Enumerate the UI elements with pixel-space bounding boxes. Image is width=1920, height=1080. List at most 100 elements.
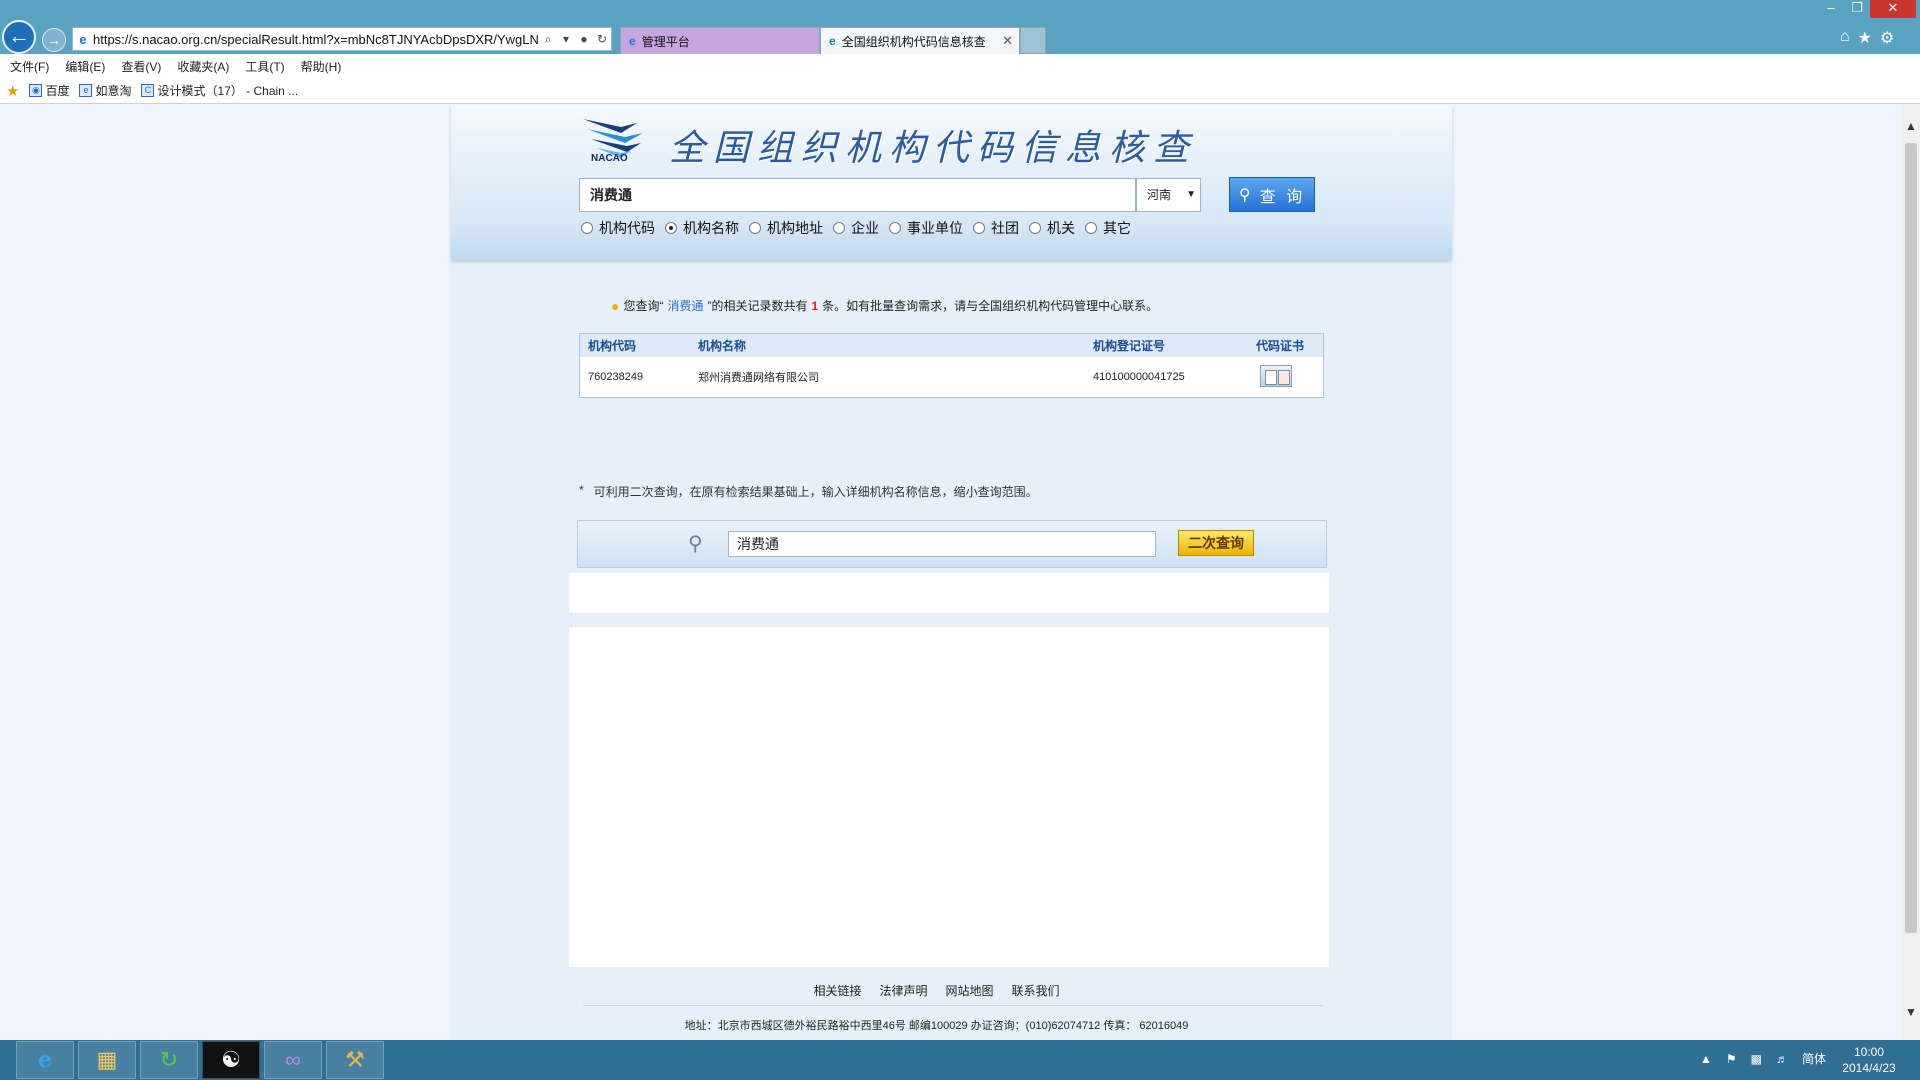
browser-toolbar-icons: ⌂ ★ ⚙ — [1840, 28, 1894, 48]
secondary-search-input[interactable]: 消费通 — [728, 531, 1156, 557]
footer-link-contact[interactable]: 联系我们 — [1012, 982, 1060, 999]
taskbar-tools-icon[interactable]: ⚒ — [326, 1041, 384, 1079]
scroll-up-arrow-icon[interactable]: ▲ — [1902, 119, 1920, 133]
close-tab-icon[interactable]: ✕ — [1002, 33, 1013, 49]
footer-divider — [583, 1005, 1323, 1006]
ime-indicator[interactable]: 简体 — [1802, 1050, 1826, 1067]
secondary-query-button[interactable]: 二次查询 — [1178, 530, 1254, 556]
page-container: NACAO 全国组织机构代码信息核查 消费通 河南 ▼ ⚲ 查 询 机构代码 机… — [451, 105, 1452, 1040]
result-notice: ● 您查询“ 消费通 ”的相关记录数共有 1 条。如有批量查询需求，请与全国组织机构代码… — [611, 297, 1158, 314]
radio-other[interactable]: 其它 — [1085, 218, 1131, 238]
favorite-label: 如意淘 — [95, 84, 132, 98]
scroll-down-arrow-icon[interactable]: ▼ — [1902, 1005, 1920, 1019]
menu-view[interactable]: 查看(V) — [121, 58, 161, 75]
hint-text: 可利用二次查询，在原有检索结果基础上，输入详细机构名称信息，缩小查询范围。 — [593, 485, 1038, 499]
new-tab-button[interactable] — [1020, 27, 1046, 54]
menu-file[interactable]: 文件(F) — [10, 58, 49, 75]
tray-expand-icon[interactable]: ▲ — [1700, 1052, 1712, 1066]
col-header-name: 机构名称 — [698, 339, 747, 353]
logo-text: NACAO — [591, 153, 628, 164]
query-button-label: 查 询 — [1259, 188, 1306, 206]
url-text[interactable]: https://s.nacao.org.cn/specialResult.htm… — [93, 32, 539, 47]
tab-management[interactable]: e 管理平台 — [620, 27, 820, 54]
header-band: NACAO 全国组织机构代码信息核查 消费通 河南 ▼ ⚲ 查 询 机构代码 机… — [451, 105, 1452, 260]
query-button[interactable]: ⚲ 查 询 — [1229, 177, 1315, 212]
notice-prefix: 您查询“ — [623, 299, 664, 313]
magnifier-icon: ⚲ — [688, 533, 703, 555]
radio-org-name[interactable]: 机构名称 — [665, 218, 739, 238]
add-favorite-star-icon[interactable]: ★ — [6, 82, 19, 100]
footer-link-related[interactable]: 相关链接 — [813, 982, 861, 999]
taskbar-explorer-icon[interactable]: ▦ — [78, 1041, 136, 1079]
radio-button-selected[interactable] — [665, 222, 677, 234]
radio-enterprise[interactable]: 企业 — [833, 218, 879, 238]
page-viewport: NACAO 全国组织机构代码信息核查 消费通 河南 ▼ ⚲ 查 询 机构代码 机… — [0, 105, 1902, 1040]
taskbar-ie-icon[interactable]: e — [16, 1041, 74, 1079]
secondary-search-bar: ⚲ 消费通 二次查询 — [577, 520, 1327, 568]
cell-reg-no: 410100000041725 — [1093, 371, 1185, 383]
lock-icon[interactable]: ● — [575, 32, 593, 46]
menu-tools[interactable]: 工具(T) — [245, 58, 284, 75]
footer-link-legal[interactable]: 法律声明 — [879, 982, 927, 999]
radio-org-code[interactable]: 机构代码 — [581, 218, 655, 238]
radio-public-institution[interactable]: 事业单位 — [889, 218, 963, 238]
menu-favorites[interactable]: 收藏夹(A) — [177, 58, 229, 75]
certificate-icon[interactable] — [1260, 364, 1292, 387]
radio-label: 机构名称 — [683, 220, 739, 236]
radio-button[interactable] — [1085, 222, 1097, 234]
close-window-button[interactable]: ✕ — [1870, 0, 1916, 18]
radio-association[interactable]: 社团 — [973, 218, 1019, 238]
search-icon: ⚲ — [1238, 186, 1254, 204]
forward-button[interactable]: → — [42, 28, 66, 52]
taskbar-clock[interactable]: 10:00 2014/4/23 — [1834, 1044, 1904, 1076]
taskbar-visual-studio-icon[interactable]: ∞ — [264, 1041, 322, 1079]
search-type-options: 机构代码 机构名称 机构地址 企业 事业单位 社团 机关 其它 — [581, 218, 1131, 238]
radio-label: 事业单位 — [907, 220, 963, 236]
home-icon[interactable]: ⌂ — [1840, 28, 1850, 48]
menu-edit[interactable]: 编辑(E) — [65, 58, 105, 75]
taskbar-yinyang-icon[interactable]: ☯ — [202, 1041, 260, 1079]
back-button[interactable]: ← — [2, 20, 36, 54]
favorites-star-icon[interactable]: ★ — [1858, 28, 1872, 48]
tab-nacao[interactable]: e 全国组织机构代码信息核查 ✕ — [820, 27, 1020, 54]
favorite-baidu[interactable]: ◉ 百度 — [29, 82, 69, 99]
radio-label: 企业 — [851, 220, 879, 236]
dropdown-arrow-icon: ▼ — [1186, 189, 1196, 200]
maximize-button[interactable]: ❐ — [1844, 0, 1870, 18]
refresh-icon[interactable]: ↻ — [593, 32, 611, 46]
radio-government[interactable]: 机关 — [1029, 218, 1075, 238]
region-select[interactable]: 河南 ▼ — [1136, 178, 1201, 212]
radio-button[interactable] — [581, 222, 593, 234]
dropdown-icon[interactable]: ▾ — [557, 32, 575, 46]
radio-button[interactable] — [749, 222, 761, 234]
table-row[interactable]: 760238249 郑州消费通网络有限公司 410100000041725 — [580, 357, 1323, 397]
radio-button[interactable] — [889, 222, 901, 234]
minimize-button[interactable]: – — [1818, 0, 1844, 18]
radio-button[interactable] — [1029, 222, 1041, 234]
tab-label: 全国组织机构代码信息核查 — [841, 34, 986, 49]
footer-link-sitemap[interactable]: 网站地图 — [946, 982, 994, 999]
search-input[interactable]: 消费通 — [579, 178, 1136, 212]
radio-org-address[interactable]: 机构地址 — [749, 218, 823, 238]
favorite-design-patterns[interactable]: C 设计模式（17） - Chain ... — [141, 82, 298, 99]
favorite-ruyitao[interactable]: e 如意淘 — [79, 82, 131, 99]
radio-button[interactable] — [833, 222, 845, 234]
address-bar[interactable]: e https://s.nacao.org.cn/specialResult.h… — [72, 27, 612, 51]
menu-help[interactable]: 帮助(H) — [301, 58, 342, 75]
favorite-label: 设计模式（17） - Chain ... — [157, 84, 299, 98]
col-header-reg-no: 机构登记证号 — [1093, 339, 1166, 353]
cell-name: 郑州消费通网络有限公司 — [698, 372, 819, 384]
radio-button[interactable] — [973, 222, 985, 234]
flag-icon[interactable]: ⚑ — [1726, 1052, 1737, 1066]
network-icon[interactable]: ▩ — [1751, 1052, 1762, 1066]
volume-muted-icon[interactable]: ♬ — [1776, 1052, 1788, 1066]
cell-code: 760238249 — [588, 371, 644, 383]
scroll-thumb[interactable] — [1905, 143, 1917, 933]
search-icon[interactable]: ⌕ — [539, 32, 557, 47]
taskbar-app-green-icon[interactable]: ↻ — [140, 1041, 198, 1079]
table-header: 机构代码 机构名称 机构登记证号 代码证书 — [580, 334, 1323, 357]
vertical-scrollbar[interactable]: ▲ ▼ — [1902, 105, 1920, 1040]
favorites-bar: ★ ◉ 百度 e 如意淘 C 设计模式（17） - Chain ... — [0, 78, 1920, 104]
radio-label: 其它 — [1103, 220, 1131, 236]
settings-gear-icon[interactable]: ⚙ — [1880, 28, 1894, 48]
